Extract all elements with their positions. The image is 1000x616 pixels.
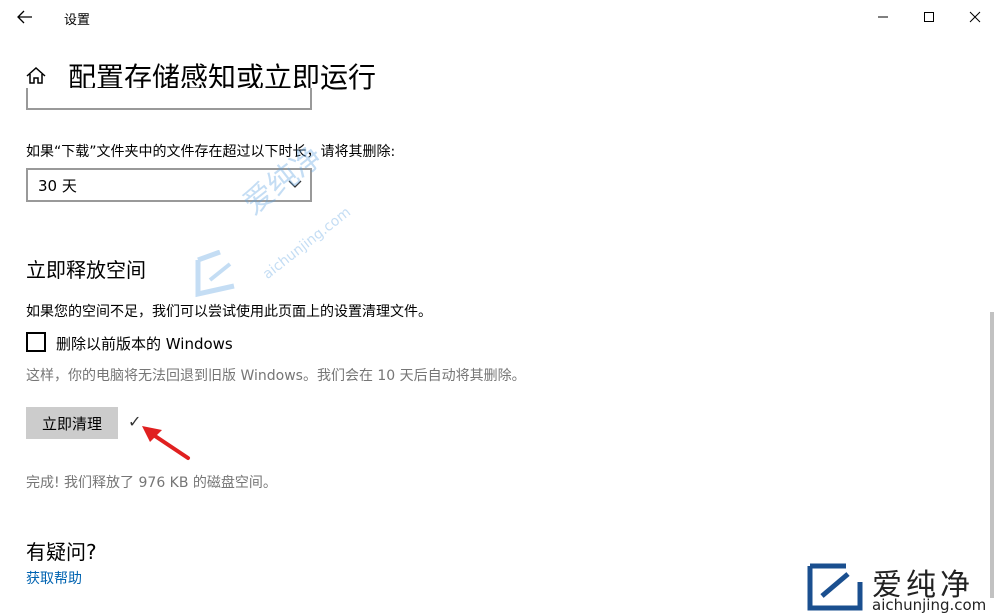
back-button[interactable] [10,2,40,32]
window-title: 设置 [64,13,91,28]
annotation-arrow-icon [142,426,190,460]
dropdown-selected-value: 30 天 [38,176,77,195]
title-bar: 设置 [0,0,1000,34]
minimize-button[interactable] [860,0,906,34]
brand-logo: 爱纯净 aichunjing.com [806,560,996,614]
brand-logo-url: aichunjing.com [872,596,987,614]
downloads-age-label: 如果“下载”文件夹中的文件存在超过以下时长，请将其删除: [26,144,396,160]
cleanup-result-text: 完成! 我们释放了 976 KB 的磁盘空间。 [26,475,277,491]
help-section-title: 有疑问? [26,540,97,564]
brand-logo-icon [807,563,863,611]
delete-previous-windows-label[interactable]: 删除以前版本的 Windows [56,333,233,354]
delete-previous-windows-checkbox[interactable] [26,332,46,352]
minimize-icon [878,16,888,18]
watermark-logo-icon [195,250,235,298]
chevron-down-icon [288,180,302,188]
downloads-age-dropdown[interactable]: 30 天 [26,168,312,202]
get-help-link[interactable]: 获取帮助 [26,568,82,588]
maximize-button[interactable] [906,0,952,34]
maximize-icon [924,12,934,22]
free-space-description: 如果您的空间不足，我们可以尝试使用此页面上的设置清理文件。 [26,304,432,320]
close-button[interactable] [952,0,998,34]
scrollbar-thumb[interactable] [990,312,994,598]
close-icon [969,11,981,23]
previous-dropdown-clipped[interactable] [26,88,312,110]
home-icon[interactable] [24,64,48,88]
previous-windows-note: 这样，你的电脑将无法回退到旧版 Windows。我们会在 10 天后自动将其删除… [26,368,526,384]
watermark-url: aichunjing.com [260,204,354,283]
clean-now-button[interactable]: 立即清理 [26,407,118,439]
section-title-free-space: 立即释放空间 [26,258,146,282]
back-arrow-icon [17,10,32,24]
